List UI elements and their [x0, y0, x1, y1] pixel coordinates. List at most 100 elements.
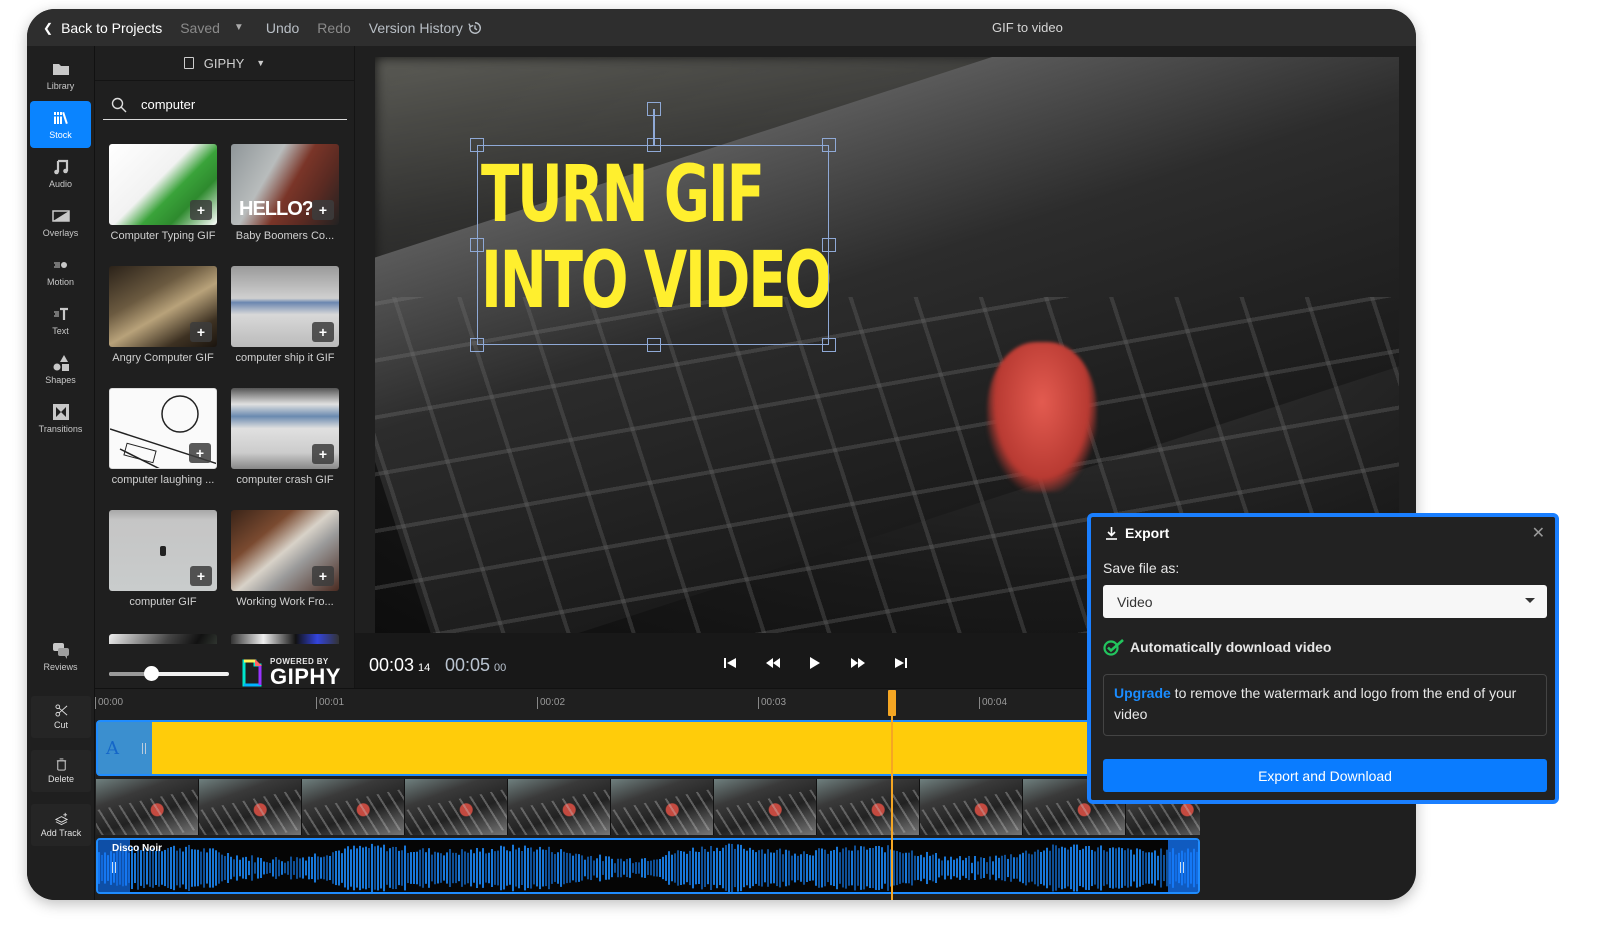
waveform-bar [686, 853, 688, 883]
gif-result[interactable]: + computer crash GIF [231, 388, 339, 486]
waveform-bar [227, 852, 229, 884]
add-icon[interactable]: + [312, 444, 334, 464]
skip-to-end-icon[interactable] [891, 655, 911, 671]
video-track-clip[interactable] [96, 779, 1200, 835]
waveform-bar [473, 853, 475, 883]
save-as-label: Save file as: [1103, 560, 1180, 576]
gif-result[interactable]: HELLO? + Baby Boomers Co... [231, 144, 339, 242]
drag-grip-icon[interactable] [142, 743, 146, 754]
selection-box[interactable] [477, 145, 829, 345]
waveform-bar [170, 846, 172, 890]
close-icon[interactable]: ✕ [1532, 523, 1545, 543]
waveform-bar [260, 858, 262, 878]
waveform-bar [671, 854, 673, 882]
rail-item-shapes[interactable]: Shapes [30, 346, 91, 393]
ruler-tick: 00:02 [537, 697, 565, 709]
waveform-bar [251, 855, 253, 881]
version-history-button[interactable]: Version History [369, 20, 482, 36]
redo-button[interactable]: Redo [317, 20, 350, 36]
add-icon[interactable]: + [190, 566, 212, 586]
auto-download-checkbox[interactable]: Automatically download video [1103, 638, 1331, 656]
rewind-icon[interactable] [763, 655, 783, 671]
gif-result-partial[interactable] [109, 634, 217, 644]
waveform-bar [827, 853, 829, 883]
waveform-bar [134, 852, 136, 884]
resize-handle-e[interactable] [822, 238, 836, 252]
resize-handle-sw[interactable] [470, 338, 484, 352]
waveform-bar [218, 852, 220, 884]
gif-thumbnail: + [109, 144, 217, 225]
waveform-bar [308, 856, 310, 880]
resize-handle-w[interactable] [470, 238, 484, 252]
waveform-bar [1010, 854, 1012, 882]
skip-to-start-icon[interactable] [720, 655, 740, 671]
add-icon[interactable]: + [312, 566, 334, 586]
add-icon[interactable]: + [190, 200, 212, 220]
playhead-handle[interactable] [887, 690, 896, 716]
rotate-handle[interactable] [647, 102, 661, 116]
waveform-bar [1127, 848, 1129, 888]
rail-item-reviews[interactable]: Reviews [30, 633, 91, 680]
undo-button[interactable]: Undo [266, 20, 299, 36]
export-and-download-button[interactable]: Export and Download [1103, 759, 1547, 792]
search-input[interactable] [141, 97, 331, 112]
saved-status: Saved [180, 19, 220, 36]
add-icon[interactable]: + [190, 322, 212, 342]
rail-item-text[interactable]: Text [30, 297, 91, 344]
search-bar [103, 90, 347, 120]
waveform-bar [755, 852, 757, 884]
gif-thumbnail [109, 634, 217, 644]
gif-result[interactable]: + computer laughing ... [109, 388, 217, 486]
waveform-bar [575, 853, 577, 883]
gif-result-partial[interactable] [231, 634, 339, 644]
rail-item-motion[interactable]: Motion [30, 248, 91, 295]
playhead[interactable] [887, 690, 896, 900]
waveform-bar [923, 857, 925, 879]
gif-result[interactable]: + computer GIF [109, 510, 217, 608]
resize-handle-nw[interactable] [470, 138, 484, 152]
rail-item-transitions[interactable]: Transitions [30, 395, 91, 442]
rail-item-audio[interactable]: Audio [30, 150, 91, 197]
play-icon[interactable] [805, 655, 825, 671]
thumbnail-size-slider[interactable] [109, 666, 229, 681]
source-dropdown[interactable]: GIPHY ▼ [95, 46, 354, 81]
trash-icon [56, 758, 66, 771]
folder-icon [52, 64, 69, 75]
gif-result[interactable]: + Computer Typing GIF [109, 144, 217, 242]
waveform-bar [716, 847, 718, 889]
add-icon[interactable]: + [189, 443, 211, 463]
add-icon[interactable]: + [312, 322, 334, 342]
timeline-tools: Cut Delete Add Track [27, 688, 95, 900]
rail-item-library[interactable]: Library [30, 52, 91, 99]
saved-dropdown-icon[interactable]: ▼ [234, 22, 244, 33]
resize-handle-n[interactable] [647, 138, 661, 152]
slider-knob[interactable] [144, 666, 159, 681]
cut-button[interactable]: Cut [31, 696, 91, 738]
rail-item-overlays[interactable]: Overlays [30, 199, 91, 246]
waveform-bar [698, 852, 700, 884]
waveform-bar [1004, 854, 1006, 882]
waveform-bar [326, 855, 328, 881]
gif-result[interactable]: + computer ship it GIF [231, 266, 339, 364]
gif-result[interactable]: + Angry Computer GIF [109, 266, 217, 364]
text-track-clip[interactable]: A [96, 720, 1096, 776]
add-icon[interactable]: + [312, 200, 334, 220]
resize-handle-s[interactable] [647, 338, 661, 352]
back-to-projects-button[interactable]: ❮ Back to Projects [43, 20, 162, 36]
waveform-bar [959, 856, 961, 880]
text-clip-handle[interactable]: A [98, 722, 152, 774]
waveform-bar [455, 852, 457, 884]
video-frame-thumb [96, 779, 198, 835]
resize-handle-ne[interactable] [822, 138, 836, 152]
upgrade-link[interactable]: Upgrade [1114, 685, 1171, 701]
rail-item-stock[interactable]: Stock [30, 101, 91, 148]
delete-button[interactable]: Delete [31, 750, 91, 792]
resize-handle-se[interactable] [822, 338, 836, 352]
audio-track-clip[interactable]: Disco Noir [96, 838, 1200, 894]
add-track-button[interactable]: Add Track [31, 804, 91, 846]
format-select[interactable]: Video [1103, 585, 1547, 618]
gif-result[interactable]: + Working Work Fro... [231, 510, 339, 608]
fast-forward-icon[interactable] [848, 655, 868, 671]
waveform-bar [566, 852, 568, 884]
audio-trim-right-handle[interactable] [1168, 840, 1198, 892]
